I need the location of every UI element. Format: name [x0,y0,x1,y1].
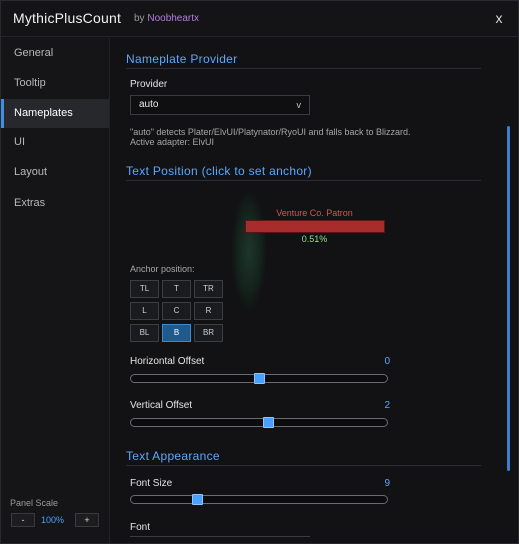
vertical-offset-value: 2 [384,400,390,411]
author-name: Noobheartx [147,13,200,24]
anchor-button-tr[interactable]: TR [194,280,223,298]
font-dropdown[interactable] [130,536,310,543]
horizontal-offset-value: 0 [384,356,390,367]
horizontal-offset-slider[interactable] [130,373,388,384]
by-text: by [134,13,145,24]
font-size-label: Font Size [130,478,173,489]
sidebar-item-extras[interactable]: Extras [1,189,109,218]
preview-unit-name: Venture Co. Patron [276,208,353,218]
anchor-button-t[interactable]: T [162,280,191,298]
font-size-value: 9 [384,478,390,489]
title-bar[interactable]: MythicPlusCount by Noobheartx x [1,1,518,37]
author-byline: by Noobheartx [134,13,199,24]
panel-scale-value: 100% [41,515,65,525]
sidebar-item-ui[interactable]: UI [1,128,109,157]
anchor-button-l[interactable]: L [130,302,159,320]
section-title-nameplate-provider: Nameplate Provider [126,52,238,66]
panel-scale-label: Panel Scale [10,498,59,508]
scale-increase-button[interactable]: + [75,513,99,527]
anchor-button-bl[interactable]: BL [130,324,159,342]
vertical-offset-slider-thumb[interactable] [263,417,274,428]
section-title-text-position: Text Position (click to set anchor) [126,164,312,178]
provider-dropdown[interactable]: auto v [130,95,310,115]
active-adapter-text: Active adapter: ElvUI [130,137,215,147]
provider-value: auto [139,99,159,110]
section-divider [126,180,481,181]
chevron-down-icon: v [296,100,302,110]
font-label: Font [130,522,151,533]
sidebar: General Tooltip Nameplates UI Layout Ext… [1,38,110,543]
font-size-slider[interactable] [130,494,388,505]
scale-decrease-button[interactable]: - [11,513,35,527]
anchor-button-r[interactable]: R [194,302,223,320]
sidebar-item-layout[interactable]: Layout [1,158,109,187]
options-window: MythicPlusCount by Noobheartx x General … [0,0,519,544]
font-size-slider-thumb[interactable] [192,494,203,505]
anchor-button-br[interactable]: BR [194,324,223,342]
vertical-offset-label: Vertical Offset [130,400,193,411]
horizontal-offset-slider-thumb[interactable] [254,373,265,384]
sidebar-item-nameplates[interactable]: Nameplates [1,99,109,128]
close-button[interactable]: x [492,10,506,26]
sidebar-item-general[interactable]: General [1,39,109,68]
window-title: MythicPlusCount [13,10,122,26]
anchor-button-tl[interactable]: TL [130,280,159,298]
section-divider [126,68,481,69]
provider-help-text: "auto" detects Plater/ElvUI/Platynator/R… [130,127,480,147]
content-scrollbar[interactable] [507,126,510,471]
anchor-button-c[interactable]: C [162,302,191,320]
provider-help-detect: "auto" detects Plater/ElvUI/Platynator/R… [130,127,411,137]
anchor-position-label: Anchor position: [130,264,195,274]
vertical-offset-slider[interactable] [130,417,388,428]
provider-label: Provider [130,79,168,90]
section-title-text-appearance: Text Appearance [126,449,220,463]
preview-health-bar [245,220,385,233]
sidebar-item-tooltip[interactable]: Tooltip [1,69,109,98]
horizontal-offset-label: Horizontal Offset [130,356,205,367]
section-divider [126,465,481,466]
preview-count-text: 0.51% [301,234,328,244]
anchor-button-b[interactable]: B [162,324,191,342]
